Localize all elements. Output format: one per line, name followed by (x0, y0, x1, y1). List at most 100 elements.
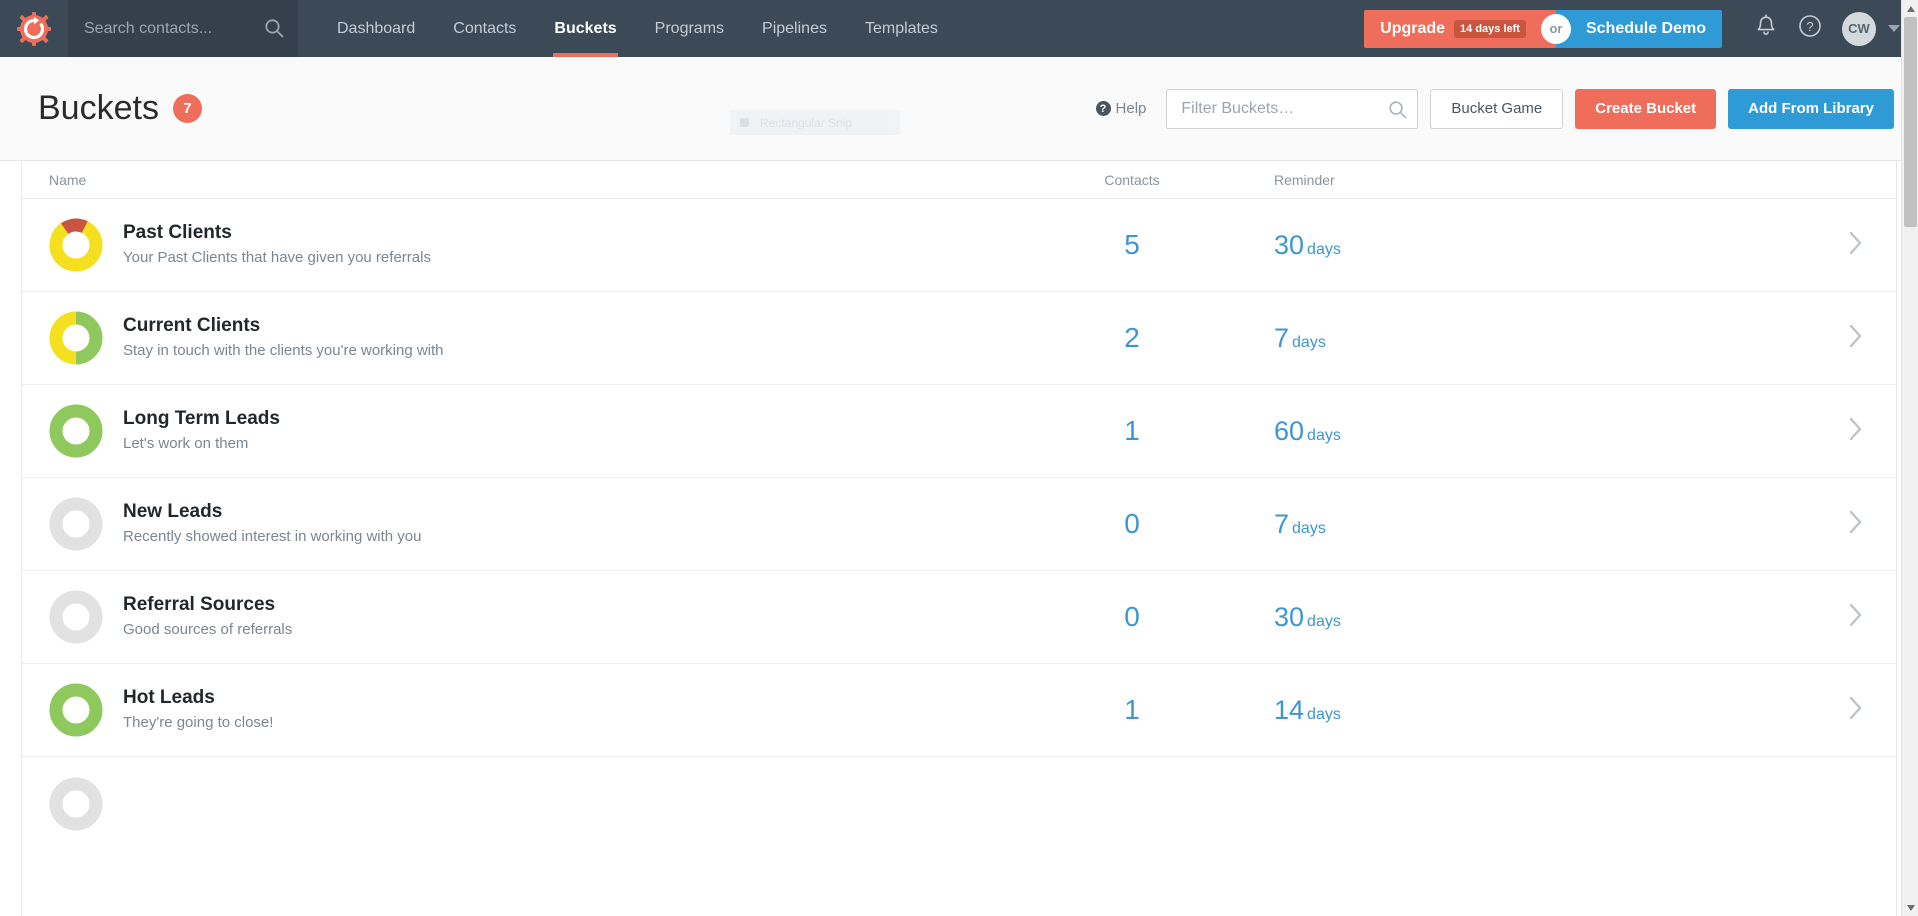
rectangular-snip-label: Rectangular Snip (760, 116, 852, 130)
scroll-up-button[interactable] (1902, 0, 1918, 17)
page-title-text: Buckets (38, 89, 159, 128)
scroll-down-button[interactable] (1902, 899, 1918, 916)
scrollbar-thumb[interactable] (1904, 17, 1917, 227)
bucket-description: Your Past Clients that have given you re… (123, 247, 431, 269)
trial-days-badge: 14 days left (1454, 20, 1526, 38)
nav-item-templates[interactable]: Templates (846, 0, 957, 57)
table-row[interactable] (22, 757, 1896, 850)
add-from-library-button[interactable]: Add From Library (1728, 89, 1894, 129)
page-title: Buckets 7 (38, 89, 202, 128)
nav-label: Templates (865, 20, 938, 38)
bucket-reminder-cell: 7days (1252, 509, 1552, 540)
table-row[interactable]: Long Term LeadsLet's work on them160days (22, 385, 1896, 478)
reminder-days-number: 7 (1274, 509, 1289, 539)
bucket-name-cell: Current ClientsStay in touch with the cl… (22, 311, 1012, 365)
bucket-name-block: Long Term LeadsLet's work on them (123, 407, 280, 455)
nav-item-contacts[interactable]: Contacts (434, 0, 535, 57)
vertical-scrollbar[interactable] (1901, 0, 1918, 916)
bucket-name-cell: New LeadsRecently showed interest in wor… (22, 497, 1012, 551)
reminder-days-number: 14 (1274, 695, 1304, 725)
top-navigation-bar: Dashboard Contacts Buckets Programs Pipe… (0, 0, 1918, 57)
help-link-label: Help (1116, 100, 1147, 117)
row-chevron[interactable] (1552, 695, 1896, 726)
reminder-days-number: 7 (1274, 323, 1289, 353)
table-row[interactable]: New LeadsRecently showed interest in wor… (22, 478, 1896, 571)
table-row[interactable]: Past ClientsYour Past Clients that have … (22, 199, 1896, 292)
buckets-table: Name Contacts Reminder Past ClientsYour … (21, 161, 1897, 916)
bucket-description: Stay in touch with the clients you're wo… (123, 340, 444, 362)
triangle-down-icon (1907, 905, 1915, 911)
app-window: Dashboard Contacts Buckets Programs Pipe… (0, 0, 1918, 916)
reminder-days-unit: days (1307, 241, 1341, 258)
bucket-description: Good sources of referrals (123, 619, 292, 641)
help-circle-icon: ? (1096, 101, 1111, 116)
chevron-right-icon (1848, 429, 1864, 446)
table-row[interactable]: Current ClientsStay in touch with the cl… (22, 292, 1896, 385)
avatar[interactable]: CW (1842, 12, 1876, 46)
bucket-name-cell: Past ClientsYour Past Clients that have … (22, 218, 1012, 272)
table-row[interactable]: Hot LeadsThey're going to close!114days (22, 664, 1896, 757)
bucket-description: They're going to close! (123, 712, 273, 734)
nav-label: Buckets (554, 20, 616, 38)
bucket-reminder-cell: 7days (1252, 323, 1552, 354)
nav-item-buckets[interactable]: Buckets (535, 0, 635, 57)
upgrade-button[interactable]: Upgrade 14 days left (1364, 10, 1556, 48)
bucket-contacts-count: 0 (1012, 601, 1252, 633)
bucket-title: Current Clients (123, 314, 444, 339)
question-mark-icon: ? (1798, 14, 1822, 43)
reminder-days-unit: days (1307, 706, 1341, 723)
help-link[interactable]: ? Help (1096, 100, 1147, 117)
add-from-library-label: Add From Library (1748, 100, 1874, 117)
schedule-demo-label: Schedule Demo (1586, 20, 1706, 38)
nav-label: Pipelines (762, 20, 827, 38)
row-chevron[interactable] (1552, 509, 1896, 540)
bucket-contacts-count: 2 (1012, 322, 1252, 354)
create-bucket-button[interactable]: Create Bucket (1575, 89, 1716, 129)
search-input[interactable] (84, 14, 264, 44)
row-chevron[interactable] (1552, 230, 1896, 261)
search-icon (264, 18, 284, 38)
filter-buckets-field[interactable] (1166, 89, 1418, 129)
gear-logo-icon (17, 12, 51, 46)
table-row[interactable]: Referral SourcesGood sources of referral… (22, 571, 1896, 664)
bucket-donut-chart-icon (49, 218, 103, 272)
row-chevron[interactable] (1552, 323, 1896, 354)
rectangular-snip-ghost: Rectangular Snip (730, 110, 900, 135)
nav-item-programs[interactable]: Programs (636, 0, 743, 57)
bucket-donut-chart-icon (49, 311, 103, 365)
bucket-donut-chart-icon (49, 590, 103, 644)
bucket-name-block: Current ClientsStay in touch with the cl… (123, 314, 444, 362)
bucket-contacts-count: 1 (1012, 415, 1252, 447)
bucket-name-block: Referral SourcesGood sources of referral… (123, 593, 292, 641)
bucket-title: Past Clients (123, 221, 431, 246)
bucket-name-block: Past ClientsYour Past Clients that have … (123, 221, 431, 269)
filter-buckets-input[interactable] (1181, 100, 1383, 118)
row-chevron[interactable] (1552, 602, 1896, 633)
bucket-donut-chart-icon (49, 497, 103, 551)
bucket-name-block: New LeadsRecently showed interest in wor… (123, 500, 421, 548)
upgrade-cta-group: Upgrade 14 days left or Schedule Demo (1364, 10, 1722, 48)
reminder-days-number: 30 (1274, 230, 1304, 260)
topnav-right-cluster: Upgrade 14 days left or Schedule Demo (1364, 0, 1918, 57)
chevron-down-icon[interactable] (1888, 25, 1900, 32)
app-logo[interactable] (0, 0, 68, 57)
bell-icon (1755, 14, 1777, 43)
nav-label: Dashboard (337, 20, 415, 38)
reminder-days-number: 30 (1274, 602, 1304, 632)
bucket-title: Referral Sources (123, 593, 292, 618)
help-button[interactable]: ? (1788, 0, 1832, 57)
schedule-demo-button[interactable]: Schedule Demo (1556, 10, 1722, 48)
nav-label: Programs (655, 20, 724, 38)
bucket-game-button[interactable]: Bucket Game (1430, 89, 1563, 129)
bucket-name-cell (22, 777, 1012, 831)
row-chevron[interactable] (1552, 416, 1896, 447)
column-header-contacts: Contacts (1012, 172, 1252, 188)
nav-item-pipelines[interactable]: Pipelines (743, 0, 846, 57)
notifications-button[interactable] (1744, 0, 1788, 57)
chevron-right-icon (1848, 336, 1864, 353)
global-search[interactable] (68, 0, 298, 57)
bucket-name-cell: Referral SourcesGood sources of referral… (22, 590, 1012, 644)
nav-item-dashboard[interactable]: Dashboard (318, 0, 434, 57)
bucket-count-badge: 7 (173, 94, 202, 123)
bucket-game-label: Bucket Game (1451, 100, 1542, 117)
